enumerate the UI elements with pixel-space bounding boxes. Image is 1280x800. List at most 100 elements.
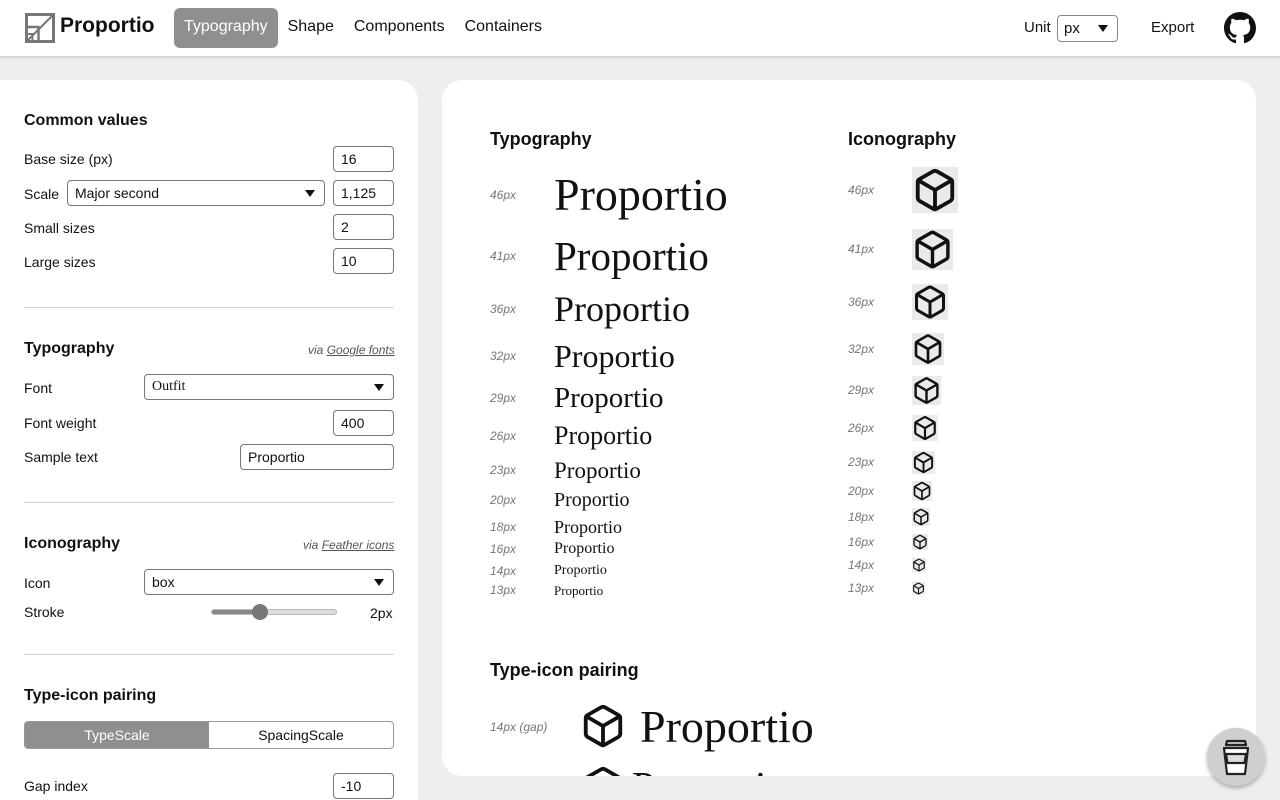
icon-size-label: 26px xyxy=(848,421,875,435)
type-size-label: 26px xyxy=(490,429,517,443)
export-button[interactable]: Export xyxy=(1151,19,1194,36)
gap-index-input[interactable]: -10 xyxy=(333,773,394,799)
box-icon-preview xyxy=(912,450,935,474)
box-icon xyxy=(915,168,955,212)
stroke-slider-track[interactable] xyxy=(211,609,337,615)
iconography-preview-title: Iconography xyxy=(848,129,957,149)
icon-size-label: 23px xyxy=(848,455,875,469)
sample-text-label: Sample text xyxy=(24,449,98,465)
box-icon-preview xyxy=(912,333,944,365)
scale-label: Scale xyxy=(24,186,60,202)
type-sample-text: Proportio xyxy=(554,582,604,598)
chevron-down-icon xyxy=(374,384,384,391)
large-sizes-input[interactable]: 10 xyxy=(333,248,394,274)
tab-components[interactable]: Components xyxy=(344,8,455,48)
typescale-option[interactable]: TypeScale xyxy=(25,722,209,748)
app-name[interactable]: Proportio xyxy=(60,14,155,38)
type-sample-text: Proportio xyxy=(554,232,709,279)
icon-size-label: 18px xyxy=(848,510,875,524)
typography-preview-title: Typography xyxy=(490,129,592,149)
type-sample-text: Proportio xyxy=(554,563,607,578)
feather-icons-link[interactable]: Feather icons xyxy=(322,538,395,552)
box-icon-preview xyxy=(912,508,930,526)
icon-size-label: 32px xyxy=(848,342,875,356)
box-icon-preview xyxy=(912,558,926,572)
large-sizes-label: Large sizes xyxy=(24,254,96,270)
chevron-down-icon xyxy=(374,579,384,586)
box-icon-preview xyxy=(912,415,938,441)
section-divider xyxy=(24,502,394,503)
font-weight-label: Font weight xyxy=(24,415,97,431)
tab-typography[interactable]: Typography xyxy=(174,8,278,48)
type-sample-text: Proportio xyxy=(554,489,630,511)
type-size-label: 32px xyxy=(490,349,517,363)
icon-size-label: 20px xyxy=(848,484,875,498)
sample-text-input[interactable]: Proportio xyxy=(240,444,394,470)
type-size-label: 41px xyxy=(490,249,517,263)
box-icon xyxy=(585,766,621,776)
box-icon xyxy=(915,230,950,268)
box-icon xyxy=(913,558,925,572)
chevron-down-icon xyxy=(1098,25,1108,32)
pairing-settings-title: Type-icon pairing xyxy=(24,687,157,704)
box-icon xyxy=(913,534,927,550)
pairing-sample-text: Proportio xyxy=(632,766,787,777)
box-icon xyxy=(913,451,934,473)
spacingscale-option[interactable]: SpacingScale xyxy=(209,722,393,748)
type-size-label: 46px xyxy=(490,188,517,202)
box-icon xyxy=(914,334,942,364)
base-size-label: Base size (px) xyxy=(24,151,113,167)
type-sample-text: Proportio xyxy=(554,169,728,220)
icon-select[interactable]: box xyxy=(144,569,394,595)
box-icon-preview xyxy=(912,375,941,405)
type-sample-text: Proportio xyxy=(554,338,675,374)
font-select[interactable]: Outfit xyxy=(144,374,394,400)
icon-size-label: 13px xyxy=(848,581,875,595)
icon-size-label: 41px xyxy=(848,242,875,256)
proportio-logo-icon[interactable] xyxy=(25,13,55,43)
type-sample-text: Proportio xyxy=(554,289,691,329)
type-size-label: 13px xyxy=(490,583,517,597)
google-fonts-link[interactable]: Google fonts xyxy=(327,343,395,357)
unit-label: Unit xyxy=(1024,19,1051,36)
tab-containers[interactable]: Containers xyxy=(455,8,552,48)
unit-select[interactable]: px xyxy=(1057,15,1118,42)
google-fonts-credit: via Google fonts xyxy=(308,343,395,357)
type-sample-text: Proportio xyxy=(554,517,623,537)
preview-card: Typography Iconography 46px Proportio 46px… xyxy=(442,80,1256,776)
type-size-label: 20px xyxy=(490,493,517,507)
icon-size-label: 14px xyxy=(848,558,875,572)
icon-size-label: 16px xyxy=(848,535,875,549)
icon-select-value: box xyxy=(152,574,175,590)
type-size-label: 14px xyxy=(490,564,517,578)
scale-ratio-input[interactable]: 1,125 xyxy=(333,180,394,206)
font-select-value: Outfit xyxy=(152,379,186,394)
stroke-slider-thumb[interactable] xyxy=(252,604,269,620)
type-sample-text: Proportio xyxy=(554,381,664,414)
base-size-input[interactable]: 16 xyxy=(333,146,394,172)
font-weight-input[interactable]: 400 xyxy=(333,410,394,436)
box-icon xyxy=(915,285,945,319)
stroke-label: Stroke xyxy=(24,604,65,620)
typography-settings-title: Typography xyxy=(24,340,115,357)
type-sample-text: Proportio xyxy=(554,421,653,450)
scale-select[interactable]: Major second xyxy=(67,180,325,206)
box-icon-preview xyxy=(912,481,932,501)
type-size-label: 18px xyxy=(490,520,517,534)
icon-size-label: 29px xyxy=(848,383,875,397)
section-divider xyxy=(24,654,394,655)
main-nav: Typography Shape Components Containers xyxy=(174,8,552,48)
section-divider xyxy=(24,307,394,308)
unit-value: px xyxy=(1064,20,1080,37)
chevron-down-icon xyxy=(305,190,315,197)
icon-label: Icon xyxy=(24,575,51,591)
pairing-gap-label: 14px (gap) xyxy=(490,720,548,734)
github-icon[interactable] xyxy=(1224,12,1256,44)
via-prefix: via xyxy=(303,538,319,552)
type-size-label: 16px xyxy=(490,542,517,556)
small-sizes-input[interactable]: 2 xyxy=(333,214,394,240)
box-icon xyxy=(914,416,936,441)
buy-me-coffee-button[interactable] xyxy=(1207,728,1265,786)
type-sample-text: Proportio xyxy=(554,540,615,557)
tab-shape[interactable]: Shape xyxy=(278,8,344,48)
